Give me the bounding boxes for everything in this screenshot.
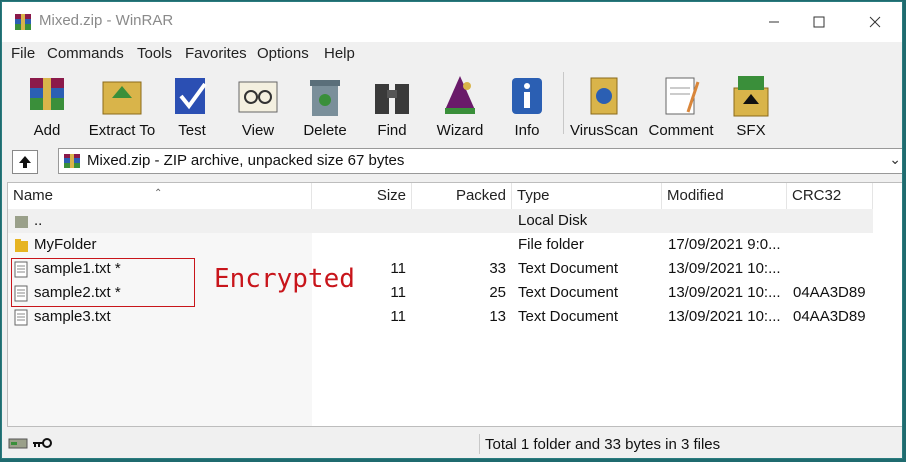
address-bar: Mixed.zip - ZIP archive, unpacked size 6… xyxy=(2,144,902,178)
test-button[interactable]: Test xyxy=(167,70,217,140)
file-name: sample3.txt xyxy=(34,308,111,325)
encrypted-files-highlight xyxy=(11,258,195,307)
up-one-level-button[interactable] xyxy=(12,150,38,174)
delete-icon xyxy=(310,80,340,116)
menu-options[interactable]: Options xyxy=(257,45,309,62)
column-header-row: Name ⌃ Size Packed Type Modified CRC32 xyxy=(8,183,902,209)
table-row[interactable]: .. Local Disk xyxy=(8,209,873,233)
find-button[interactable]: Find xyxy=(367,70,417,140)
extract-to-icon xyxy=(102,81,142,115)
maximize-button[interactable] xyxy=(794,2,844,42)
menu-help[interactable]: Help xyxy=(324,45,355,62)
text-file-icon xyxy=(14,309,28,326)
virusscan-button[interactable]: VirusScan xyxy=(570,70,638,140)
menu-bar: File Commands Tools Favorites Options He… xyxy=(2,42,902,66)
encrypted-annotation: Encrypted xyxy=(214,264,355,294)
delete-button[interactable]: Delete xyxy=(300,70,350,140)
table-row[interactable]: MyFolder File folder 17/09/2021 9:0... xyxy=(8,233,902,257)
add-button[interactable]: Add xyxy=(17,70,77,140)
close-icon xyxy=(869,16,881,28)
status-bar: Total 1 folder and 33 bytes in 3 files xyxy=(2,430,902,458)
column-header-packed[interactable]: Packed xyxy=(412,183,512,209)
wizard-button[interactable]: Wizard xyxy=(430,70,490,140)
file-packed: 13 xyxy=(489,308,506,325)
file-packed: 33 xyxy=(489,260,506,277)
menu-commands[interactable]: Commands xyxy=(47,45,124,62)
view-icon xyxy=(238,81,278,113)
column-header-name-label: Name xyxy=(13,187,54,204)
column-header-name[interactable]: Name ⌃ xyxy=(8,183,312,209)
find-label: Find xyxy=(377,122,407,139)
menu-favorites[interactable]: Favorites xyxy=(185,45,247,62)
file-modified: 17/09/2021 9:0... xyxy=(668,236,780,253)
comment-button[interactable]: Comment xyxy=(646,70,716,140)
file-packed: 25 xyxy=(489,284,506,301)
file-modified: 13/09/2021 10:... xyxy=(668,284,780,301)
drive-icon xyxy=(8,438,28,449)
minimize-icon xyxy=(769,21,779,23)
toolbar-separator xyxy=(563,72,564,134)
file-type: Local Disk xyxy=(518,212,588,229)
wizard-icon xyxy=(445,76,475,114)
key-icon xyxy=(33,438,52,448)
add-icon xyxy=(30,78,64,110)
comment-label: Comment xyxy=(648,122,714,139)
menu-tools[interactable]: Tools xyxy=(137,45,172,62)
column-header-crc32[interactable]: CRC32 xyxy=(787,183,873,209)
column-header-modified[interactable]: Modified xyxy=(662,183,787,209)
test-icon xyxy=(175,78,207,114)
parent-folder-icon xyxy=(15,216,28,228)
comment-icon xyxy=(665,77,700,115)
info-icon xyxy=(512,78,542,114)
status-separator xyxy=(479,434,480,454)
virusscan-icon xyxy=(590,77,618,115)
file-name: MyFolder xyxy=(34,236,97,253)
file-size: 11 xyxy=(390,308,406,325)
up-arrow-icon xyxy=(19,156,31,168)
file-name: .. xyxy=(34,212,43,229)
maximize-icon xyxy=(813,16,825,28)
toolbar: Add Extract To Test View Delete Find Wiz… xyxy=(2,66,902,142)
archive-path-text: Mixed.zip - ZIP archive, unpacked size 6… xyxy=(87,152,405,169)
sfx-icon xyxy=(733,76,769,117)
table-row[interactable]: sample3.txt 11 13 Text Document 13/09/20… xyxy=(8,305,902,329)
file-crc32: 04AA3D89 xyxy=(793,284,866,301)
winrar-app-icon xyxy=(15,14,31,30)
extract-to-label: Extract To xyxy=(88,122,156,139)
column-header-size[interactable]: Size xyxy=(312,183,412,209)
wizard-label: Wizard xyxy=(436,122,484,139)
column-header-type[interactable]: Type xyxy=(512,183,662,209)
info-button[interactable]: Info xyxy=(502,70,552,140)
file-type: Text Document xyxy=(518,260,619,277)
title-bar: Mixed.zip - WinRAR xyxy=(2,2,902,42)
delete-label: Delete xyxy=(303,122,347,139)
minimize-button[interactable] xyxy=(749,2,799,42)
info-label: Info xyxy=(514,122,540,139)
file-modified: 13/09/2021 10:... xyxy=(668,260,780,277)
sfx-button[interactable]: SFX xyxy=(726,70,776,140)
winrar-window: Mixed.zip - WinRAR File Commands Tools F… xyxy=(1,1,903,459)
close-button[interactable] xyxy=(850,2,900,42)
archive-path-box[interactable]: Mixed.zip - ZIP archive, unpacked size 6… xyxy=(58,148,902,174)
menu-file[interactable]: File xyxy=(11,45,35,62)
file-type: File folder xyxy=(518,236,584,253)
extract-to-button[interactable]: Extract To xyxy=(84,70,160,140)
chevron-down-icon[interactable]: ⌄ xyxy=(889,151,901,168)
folder-icon xyxy=(15,239,28,252)
file-type: Text Document xyxy=(518,308,619,325)
virusscan-label: VirusScan xyxy=(570,122,639,139)
status-summary: Total 1 folder and 33 bytes in 3 files xyxy=(485,436,721,453)
file-crc32: 04AA3D89 xyxy=(793,308,866,325)
file-modified: 13/09/2021 10:... xyxy=(668,308,780,325)
archive-icon xyxy=(64,154,80,168)
add-label: Add xyxy=(33,122,61,139)
find-icon xyxy=(375,84,409,114)
test-label: Test xyxy=(178,122,206,139)
sfx-label: SFX xyxy=(736,122,766,139)
window-title: Mixed.zip - WinRAR xyxy=(39,12,174,29)
view-label: View xyxy=(241,122,275,139)
file-type: Text Document xyxy=(518,284,619,301)
view-button[interactable]: View xyxy=(232,70,284,140)
sort-ascending-icon: ⌃ xyxy=(154,188,163,199)
